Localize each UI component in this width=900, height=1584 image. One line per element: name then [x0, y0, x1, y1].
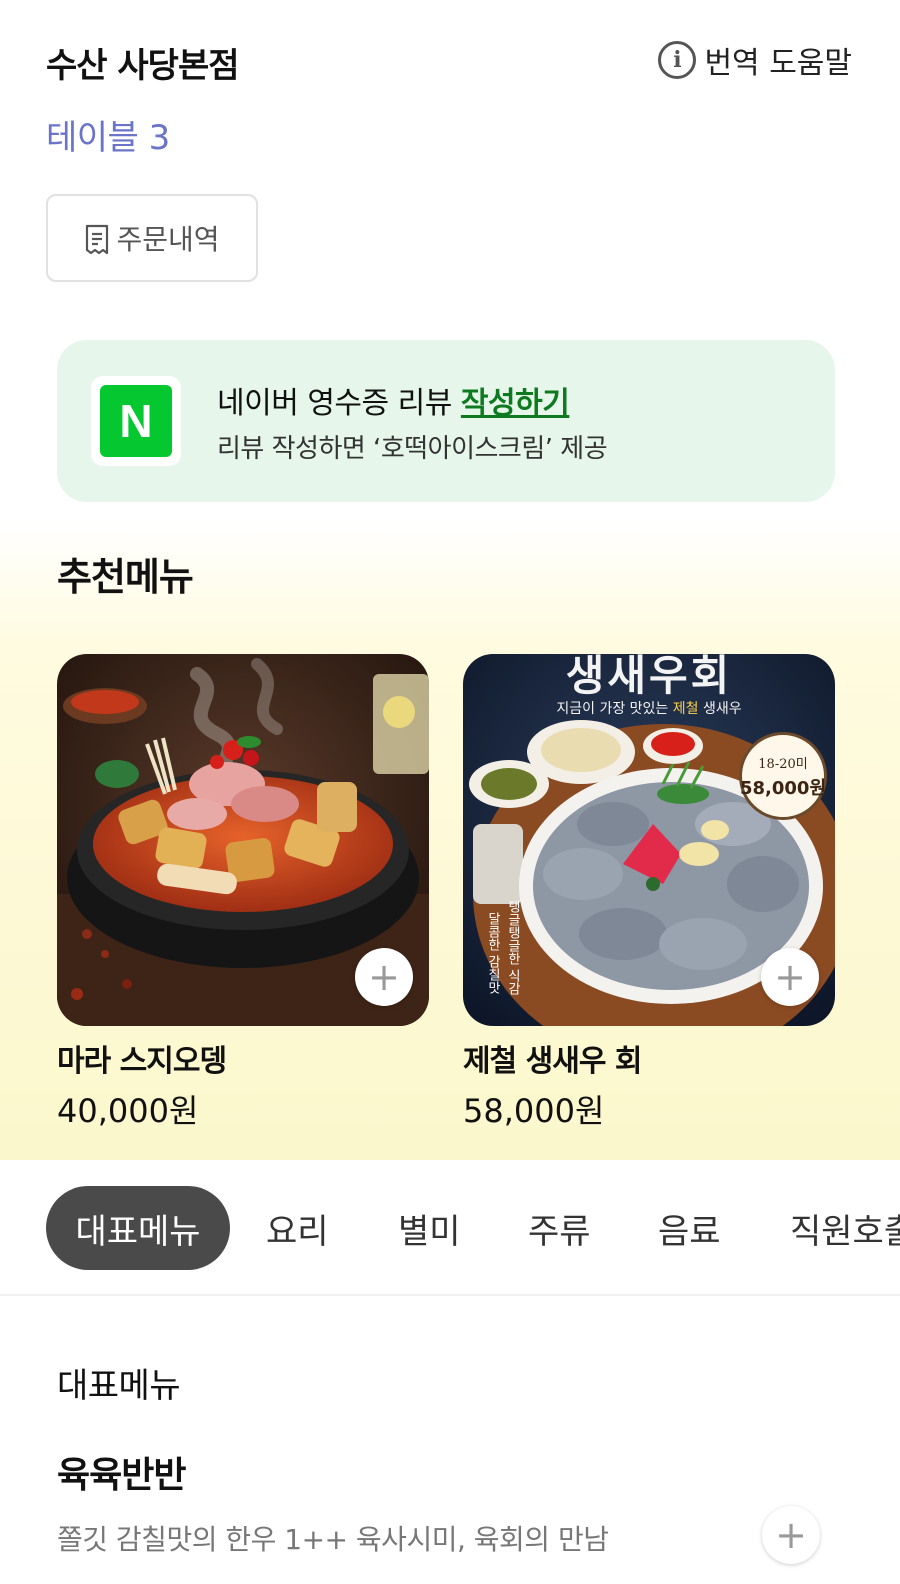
- card-name: 마라 스지오뎅: [57, 1044, 227, 1079]
- card-name: 제철 생새우 회: [463, 1044, 642, 1079]
- tagline-highlight: 제철: [672, 701, 699, 717]
- naver-logo-letter: N: [100, 385, 172, 457]
- table-label: 테이블 3: [46, 118, 170, 158]
- category-tabs: 대표메뉴 요리 별미 주류 음료 직원호출: [0, 1160, 900, 1296]
- tab-dishes[interactable]: 요리: [266, 1186, 329, 1270]
- tab-alcohol[interactable]: 주류: [528, 1186, 591, 1270]
- mala-suji-odeng-image[interactable]: +: [57, 654, 429, 1026]
- card-price: 40,000원: [57, 1092, 199, 1130]
- image-vertical-text: 탱글탱글한 식감: [505, 900, 520, 996]
- menu-item-description: 쫄깃 감칠맛의 한우 1++ 육사시미, 육회의 만남: [57, 1523, 609, 1556]
- recommended-card-mala[interactable]: + 마라 스지오뎅 40,000원: [57, 654, 429, 1130]
- tagline-part: 생새우: [702, 701, 742, 717]
- review-banner[interactable]: N 네이버 영수증 리뷰 작성하기 리뷰 작성하면 ‘호떡아이스크림’ 제공: [57, 340, 835, 502]
- add-raw-shrimp-button[interactable]: +: [761, 948, 819, 1006]
- write-review-link[interactable]: 작성하기: [461, 386, 570, 421]
- review-banner-title: 네이버 영수증 리뷰 작성하기: [217, 378, 570, 422]
- menu-item-name[interactable]: 육육반반: [57, 1446, 186, 1498]
- add-mala-suji-odeng-button[interactable]: +: [355, 948, 413, 1006]
- raw-shrimp-image[interactable]: 생새우회 지금이 가장 맛있는 제철 생새우 18-20미 58,000원 달콤…: [463, 654, 835, 1026]
- tagline-part: 지금이 가장 맛있는: [556, 701, 669, 717]
- translate-help-button[interactable]: i 번역 도움말: [658, 38, 852, 82]
- review-banner-subtitle: 리뷰 작성하면 ‘호떡아이스크림’ 제공: [217, 434, 608, 464]
- store-name: 수산 사당본점: [46, 46, 240, 86]
- naver-logo: N: [91, 376, 181, 466]
- translate-help-label: 번역 도움말: [704, 46, 852, 81]
- tab-signature-menu[interactable]: 대표메뉴: [46, 1186, 230, 1270]
- badge-price: 58,000원: [739, 777, 827, 799]
- receipt-icon: [86, 224, 109, 255]
- badge-count: 18-20미: [758, 756, 808, 772]
- order-history-label: 주문내역: [116, 223, 220, 256]
- shrimp-image-tagline: 지금이 가장 맛있는 제철 생새우: [463, 698, 835, 718]
- tab-beverages[interactable]: 음료: [658, 1186, 721, 1270]
- shrimp-count-price-badge: 18-20미 58,000원: [739, 732, 827, 820]
- tab-specialties[interactable]: 별미: [398, 1186, 461, 1270]
- shrimp-image-headline: 생새우회: [565, 654, 733, 700]
- tab-call-staff[interactable]: 직원호출: [790, 1186, 900, 1270]
- menu-page: 수산 사당본점 i 번역 도움말 테이블 3 주문내역 N 네이버 영수증 리뷰…: [0, 0, 900, 1584]
- add-menu-item-button[interactable]: +: [762, 1506, 820, 1564]
- order-history-button[interactable]: 주문내역: [46, 194, 258, 282]
- recommended-card-shrimp[interactable]: 생새우회 지금이 가장 맛있는 제철 생새우 18-20미 58,000원 달콤…: [463, 654, 835, 1130]
- review-title-prefix: 네이버 영수증 리뷰: [217, 386, 452, 421]
- card-price: 58,000원: [463, 1092, 605, 1130]
- recommended-title: 추천메뉴: [57, 555, 194, 599]
- menu-section-label: 대표메뉴: [57, 1366, 181, 1406]
- info-icon: i: [658, 41, 697, 79]
- image-vertical-text: 달콤한 감칠맛: [485, 912, 500, 995]
